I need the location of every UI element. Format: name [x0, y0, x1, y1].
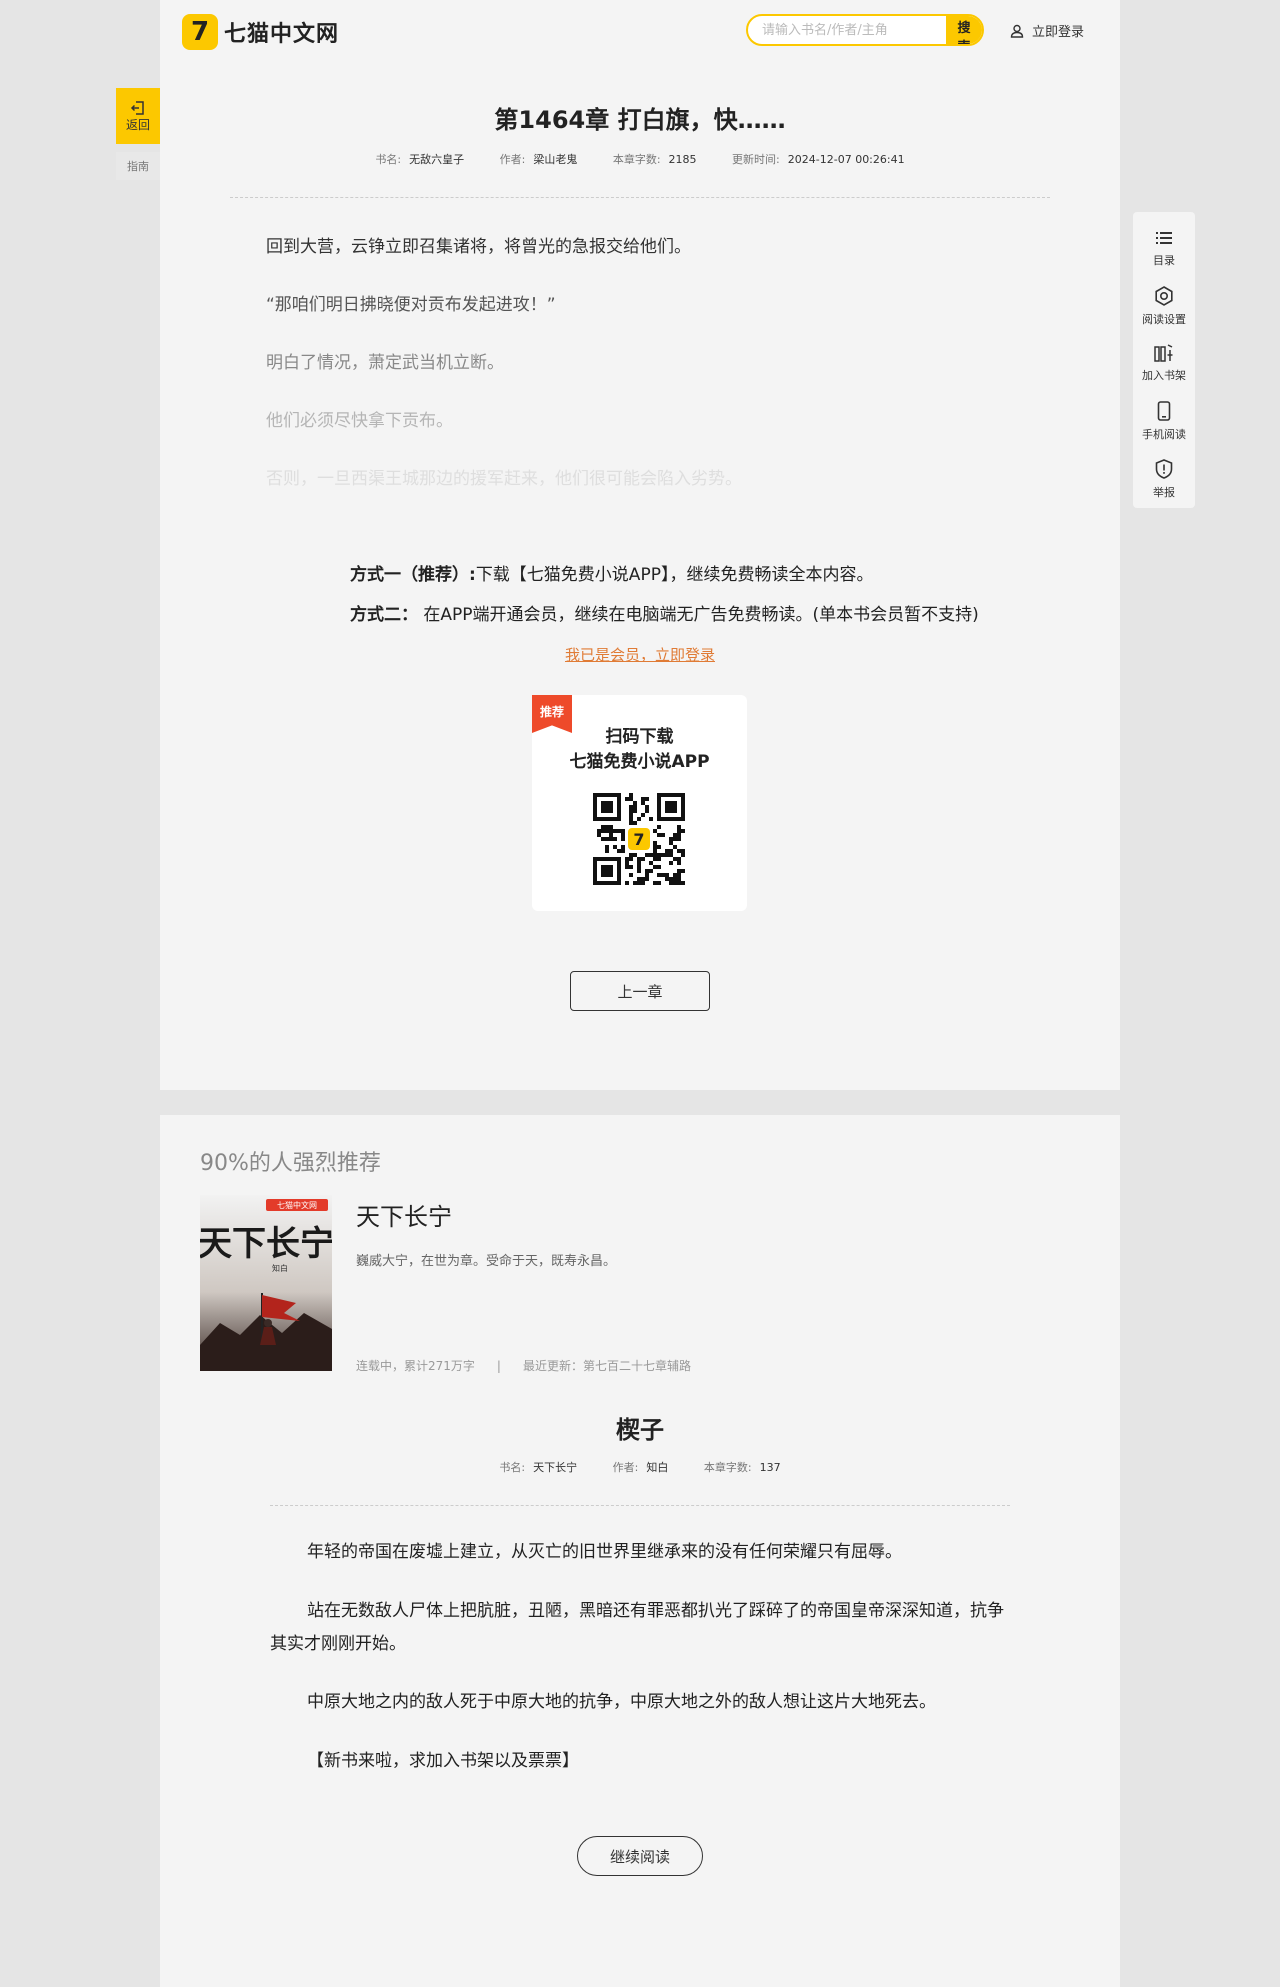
chapter-paragraph: 回到大营，云铮立即召集诸将，将曾光的急报交给他们。 [266, 237, 691, 257]
search-box: 搜索 [746, 14, 984, 46]
prologue-paragraph: 【新书来啦，求加入书架以及票票】 [307, 1751, 579, 1771]
prologue-paragraph: 中原大地之内的敌人死于中原大地的抗争，中原大地之外的敌人想让这片大地死去。 [307, 1692, 936, 1712]
toolbar-catalog[interactable]: 目录 [1133, 220, 1195, 278]
reader-toolbar: 目录 阅读设置 加入书架 手机阅读 举报 [1133, 212, 1195, 508]
back-label: 返回 [125, 117, 150, 132]
list-icon [1156, 232, 1172, 245]
gear-icon [1155, 285, 1173, 306]
qr-download-card: 推荐 扫码下载 七猫免费小说APP 7 [532, 695, 747, 911]
bookshelf-add-icon [1154, 344, 1173, 363]
prologue-meta: 书名: 天下长宁 作者: 知白 本章字数: 137 [499, 1461, 781, 1474]
cat-logo-icon: 7 [182, 14, 218, 50]
back-icon [130, 100, 144, 115]
toolbar-mobile[interactable]: 手机阅读 [1133, 393, 1195, 451]
method-label: 方式一（推荐）: [350, 565, 476, 585]
guide-button[interactable]: 指南 [116, 152, 160, 180]
cover-title: 天下长宁 [200, 1224, 332, 1264]
chapter-paragraph: 他们必须尽快拿下贡布。 [266, 411, 453, 431]
meta-wordcount: 本章字数: 2185 [612, 153, 697, 166]
method-text: 在APP端开通会员，继续在电脑端无广告免费畅读。(单本书会员暂不支持) [423, 605, 979, 625]
meta-book: 书名: 无敌六皇子 [375, 153, 465, 166]
login-label: 立即登录 [1032, 25, 1085, 40]
user-icon [1010, 24, 1024, 38]
chapter-paragraph: 明白了情况，萧定武当机立断。 [266, 353, 504, 373]
search-button[interactable]: 搜索 [946, 16, 982, 44]
recommendation-panel: 90%的人强烈推荐 七猫中文网 天下长宁 知白 天下长宁 巍威大宁，在世为章。受… [160, 1115, 1120, 1987]
login-link[interactable]: 立即登录 [1010, 21, 1084, 40]
logo-text: 七猫中文网 [224, 22, 340, 47]
paywall-method-1: 方式一（推荐）:下载【七猫免费小说APP】，继续免费畅读全本内容。 [350, 560, 873, 585]
meta-updated: 更新时间: 2024-12-07 00:26:41 [732, 153, 905, 166]
prologue-paragraph: 年轻的帝国在废墟上建立，从灭亡的旧世界里继承来的没有任何荣耀只有屈辱。 [307, 1542, 902, 1562]
chapter-panel: 7 七猫中文网 搜索 立即登录 第1464章 打白旗，快…… 书名:无敌六皇子 … [160, 0, 1120, 1090]
toolbar-add-shelf[interactable]: 加入书架 [1133, 335, 1195, 393]
qr-code-icon: 7 [593, 793, 685, 885]
cover-brand: 七猫中文网 [277, 1200, 317, 1210]
report-shield-icon [1155, 458, 1173, 479]
site-logo[interactable]: 7 七猫中文网 [182, 14, 339, 50]
phone-icon [1157, 401, 1171, 421]
divider [270, 1505, 1010, 1506]
prologue-paragraph: 站在无数敌人尸体上把肮脏，丑陋，黑暗还有罪恶都扒光了踩碎了的帝国皇帝深深知道，抗… [270, 1601, 1004, 1654]
book-cover-image: 七猫中文网 天下长宁 知白 [200, 1195, 332, 1371]
divider [230, 197, 1050, 198]
chapter-meta: 书名: 无敌六皇子 作者: 梁山老鬼 本章字数: 2185 更新时间: 2024-12-… [160, 151, 1120, 167]
back-button[interactable]: 返回 [116, 88, 160, 144]
member-login-link[interactable]: 我已是会员，立即登录 [160, 644, 1120, 665]
cover-author: 知白 [272, 1263, 288, 1273]
meta-author: 作者: 梁山老鬼 [499, 153, 578, 166]
book-description: 巍威大宁，在世为章。受命于天，既寿永昌。 [356, 1254, 617, 1269]
chapter-paragraph: “那咱们明日拂晓便对贡布发起进攻！” [266, 295, 556, 315]
toolbar-report[interactable]: 举报 [1133, 450, 1195, 508]
svg-text:7: 7 [633, 830, 644, 849]
search-input[interactable] [748, 16, 946, 44]
prev-chapter-button[interactable]: 上一章 [570, 971, 710, 1011]
paywall-method-2: 方式二： 在APP端开通会员，继续在电脑端无广告免费畅读。(单本书会员暂不支持) [350, 600, 979, 625]
toolbar-settings[interactable]: 阅读设置 [1133, 278, 1195, 336]
book-cover[interactable]: 七猫中文网 天下长宁 知白 [200, 1195, 332, 1371]
method-text: 下载【七猫免费小说APP】，继续免费畅读全本内容。 [475, 565, 874, 585]
qr-title: 扫码下载 七猫免费小说APP [569, 727, 710, 772]
recommendation-title: 90%的人强烈推荐 [200, 1151, 381, 1176]
method-label: 方式二： [350, 605, 418, 625]
chapter-paragraph: 否则，一旦西渠王城那边的援军赶来，他们很可能会陷入劣势。 [266, 469, 742, 489]
continue-reading-button[interactable]: 继续阅读 [577, 1836, 703, 1876]
chapter-title: 第1464章 打白旗，快…… [494, 106, 786, 134]
prologue-title: 楔子 [616, 1416, 664, 1444]
book-status: 连载中，累计271万字 | 最近更新：第七百二十七章辅路 [356, 1359, 691, 1373]
book-title-link[interactable]: 天下长宁 [356, 1197, 452, 1232]
